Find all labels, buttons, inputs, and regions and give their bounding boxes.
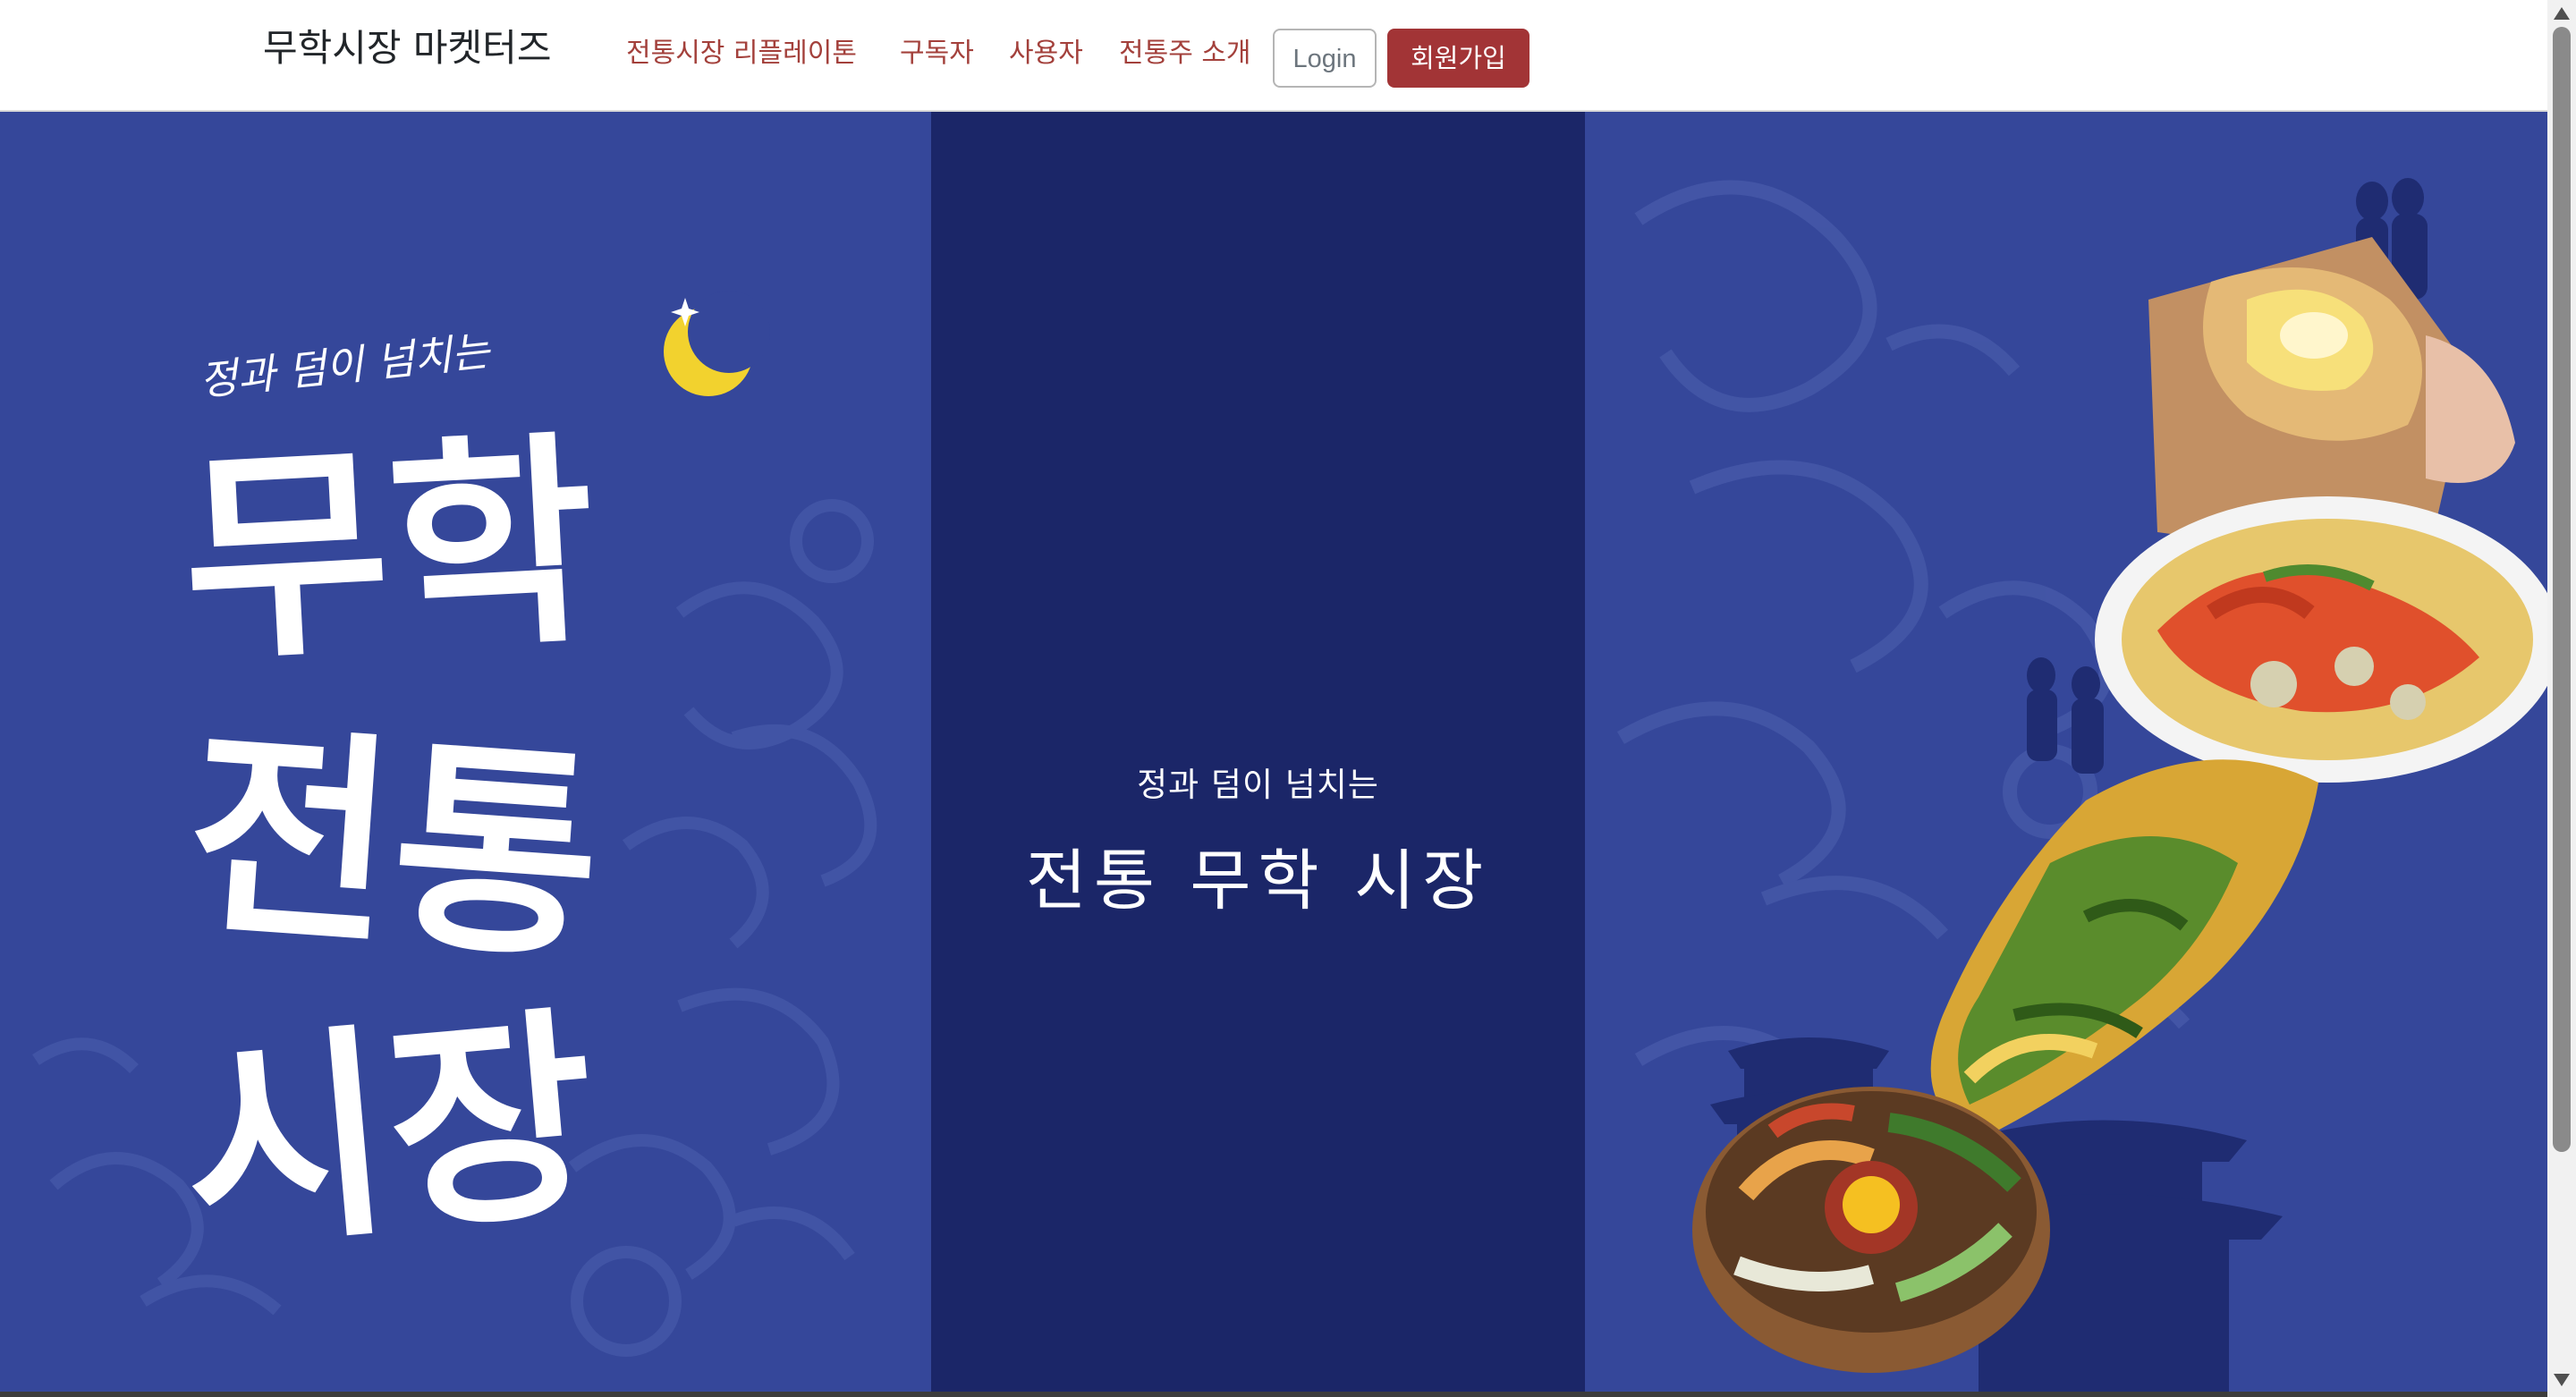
crescent-moon-icon (664, 291, 770, 396)
top-navbar: 무학시장 마켓터즈 전통시장 리플레이톤 구독자 사용자 전통주 소개 Logi… (0, 0, 2547, 112)
nav-link-users[interactable]: 사용자 (1009, 29, 1083, 79)
scrollbar-thumb[interactable] (2553, 27, 2571, 1152)
hero-illustration-right (1585, 112, 2547, 1392)
hero-subtitle: 정과 덤이 넘치는 (1137, 766, 1379, 804)
hero-title: 전통 무학 시장 (1025, 842, 1491, 919)
nav-link-subscribers[interactable]: 구독자 (900, 29, 974, 79)
food-illustration (1616, 178, 2547, 1392)
scroll-up-arrow-icon[interactable] (2554, 7, 2570, 20)
poster-calligraphy-line-1: 무학 (176, 408, 602, 692)
window-bottom-edge (0, 1392, 2547, 1397)
signup-button[interactable]: 회원가입 (1387, 29, 1530, 88)
hero-poster-left: 정과 덤이 넘치는 무학 전통 시장 (0, 112, 931, 1392)
page-scrollbar[interactable] (2547, 0, 2576, 1397)
scroll-down-arrow-icon[interactable] (2554, 1374, 2570, 1386)
hero-center-panel: 정과 덤이 넘치는 전통 무학 시장 (931, 112, 1585, 1392)
bibimbap-illustration (1692, 1087, 2050, 1373)
seafood-pancake-illustration (2095, 496, 2547, 783)
nav-link-replaython[interactable]: 전통시장 리플레이톤 (626, 29, 857, 79)
poster-calligraphy-line-2: 전통 (179, 699, 608, 991)
green-onion-pancake-illustration (1930, 759, 2318, 1140)
poster-calligraphy-line-3: 시장 (173, 982, 606, 1281)
login-button[interactable]: Login (1273, 29, 1377, 88)
brand-logo[interactable]: 무학시장 마켓터즈 (263, 20, 551, 77)
nav-link-traditional-liquor[interactable]: 전통주 소개 (1119, 29, 1251, 79)
hero-section: 정과 덤이 넘치는 무학 전통 시장 정과 덤이 넘치는 전통 무학 시장 (0, 112, 2547, 1392)
